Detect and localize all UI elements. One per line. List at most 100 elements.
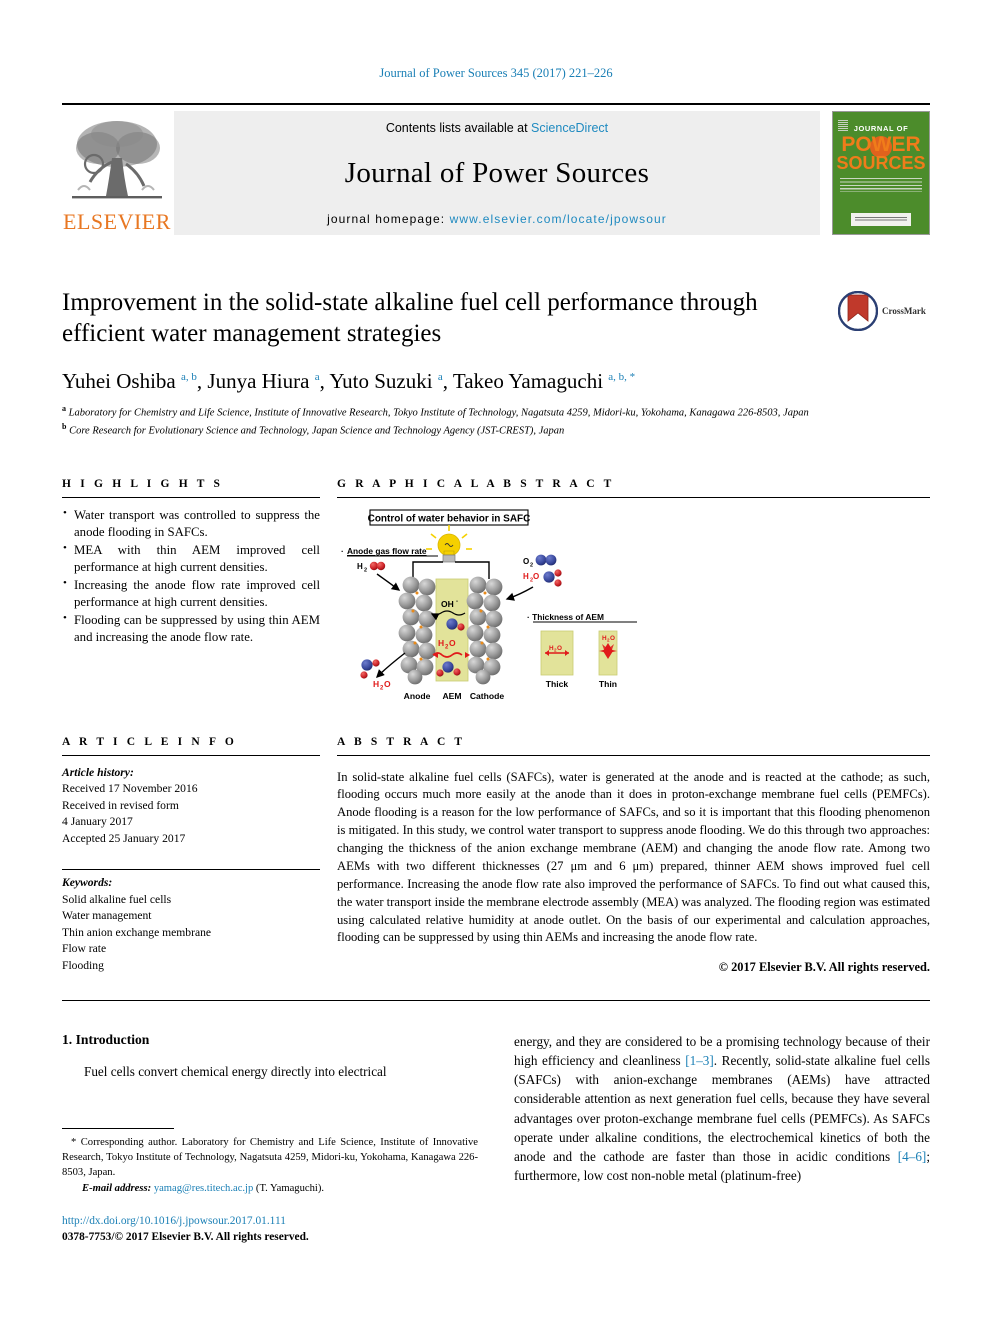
cover-subtitle-lines (840, 178, 922, 192)
svg-text:Thick: Thick (546, 679, 569, 689)
elsevier-logo: ELSEVIER (62, 111, 172, 235)
author-affil-mark: a, b, * (608, 371, 636, 383)
elsevier-tree-icon (72, 121, 162, 199)
body-column-right: energy, and they are considered to be a … (514, 1032, 930, 1185)
author-item: Yuhei Oshiba a, b, (62, 369, 207, 393)
journal-masthead: ELSEVIER Contents lists available at Sci… (62, 103, 930, 241)
svg-text:H: H (438, 638, 444, 648)
svg-text:2: 2 (364, 568, 367, 574)
affiliation-item: b Core Research for Evolutionary Science… (62, 421, 930, 439)
footnote-rule (62, 1128, 174, 1129)
citation-4-6[interactable]: [4–6] (898, 1149, 927, 1164)
cover-line1: JOURNAL OF (853, 124, 909, 133)
footnote-text: * Corresponding author. Laboratory for C… (62, 1137, 478, 1179)
highlights-divider (62, 497, 320, 498)
svg-text:O: O (449, 638, 456, 648)
author-sep: , (196, 369, 208, 393)
crossmark-badge[interactable]: CrossMark (838, 290, 930, 332)
svg-text:·: · (341, 546, 344, 556)
journal-cover-thumbnail: JOURNAL OF POWER SOURCES (832, 111, 930, 235)
body-divider (62, 1000, 930, 1001)
history-line: Received 17 November 2016 (62, 782, 198, 796)
article-info-heading: A R T I C L E I N F O (62, 736, 237, 748)
svg-text:O: O (533, 572, 539, 581)
keyword-item: Flooding (62, 958, 104, 972)
svg-text:O: O (610, 635, 615, 642)
anode-flow-rate-label: · Anode gas flow rate (341, 546, 438, 557)
keyword-item: Water management (62, 909, 152, 923)
svg-text:H: H (357, 562, 363, 571)
intro-paragraph-left: Fuel cells convert chemical energy direc… (84, 1064, 387, 1079)
svg-text:2: 2 (530, 563, 533, 569)
article-history-label: Article history: (62, 766, 134, 779)
keywords-label: Keywords: (62, 876, 113, 890)
keywords-divider (62, 869, 320, 871)
svg-text:O: O (557, 645, 562, 652)
history-line: 4 January 2017 (62, 815, 133, 829)
electrode-labels: Anode AEM Cathode (404, 691, 505, 701)
author-name: Yuto Suzuki (329, 369, 433, 393)
title-block: Improvement in the solid-state alkaline … (62, 288, 930, 439)
author-sep: , (442, 369, 453, 393)
author-list: Yuhei Oshiba a, b, Junya Hiura a, Yuto S… (62, 369, 930, 394)
affiliation-text: Laboratory for Chemistry and Life Scienc… (68, 407, 809, 419)
homepage-url-link[interactable]: www.elsevier.com/locate/jpowsour (450, 212, 667, 226)
doi-url-link[interactable]: http://dx.doi.org/10.1016/j.jpowsour.201… (62, 1214, 492, 1230)
history-line: Received in revised form (62, 798, 179, 812)
cover-top-bar (833, 115, 929, 119)
crossmark-icon (838, 291, 878, 331)
cathode-electrode-particles (466, 576, 503, 685)
list-item: Water transport was controlled to suppre… (62, 506, 320, 541)
author-item: Takeo Yamaguchi a, b, * (453, 369, 635, 393)
running-head: Journal of Power Sources 345 (2017) 221–… (379, 66, 613, 80)
keyword-item: Flow rate (62, 942, 107, 956)
email-suffix: (T. Yamaguchi). (253, 1183, 324, 1195)
anode-electrode-particles (398, 576, 436, 685)
affiliation-mark: b (62, 421, 67, 431)
doi-block: http://dx.doi.org/10.1016/j.jpowsour.201… (62, 1214, 492, 1246)
issn-copyright-line: 0378-7753/© 2017 Elsevier B.V. All right… (62, 1230, 309, 1243)
email-label: E-mail address: (82, 1183, 154, 1195)
journal-homepage-line: journal homepage: www.elsevier.com/locat… (327, 212, 667, 226)
article-page: Journal of Power Sources 345 (2017) 221–… (0, 0, 992, 1323)
contents-prefix: Contents lists available at (385, 121, 532, 135)
history-line: Accepted 25 January 2017 (62, 831, 186, 845)
section-title-introduction: 1. Introduction (62, 1032, 150, 1047)
svg-text:AEM: AEM (442, 691, 461, 701)
cathode-water-molecule: H 2 O (523, 569, 562, 587)
author-item: Junya Hiura a, (207, 369, 329, 393)
svg-text:Cathode: Cathode (470, 691, 505, 701)
keyword-item: Thin anion exchange membrane (62, 925, 212, 939)
graphical-abstract-figure: Control of water behavior in SAFC · Anod… (337, 507, 647, 704)
corresponding-author-footnote: * Corresponding author. Laboratory for C… (62, 1128, 478, 1194)
svg-text:Control of water behavior in S: Control of water behavior in SAFC (368, 514, 531, 525)
journal-title: Journal of Power Sources (344, 157, 650, 189)
safc-water-control-diagram: Control of water behavior in SAFC · Anod… (341, 509, 637, 701)
citation-1-3[interactable]: [1–3] (685, 1053, 714, 1068)
list-item: Flooding can be suppressed by using thin… (62, 611, 320, 646)
masthead-center-panel: Contents lists available at ScienceDirec… (174, 111, 820, 235)
svg-text:Thin: Thin (599, 679, 617, 689)
intro-text-part2: . Recently, solid-state alkaline fuel ce… (514, 1053, 930, 1164)
cover-footer-box (851, 213, 911, 226)
article-info-divider (62, 755, 320, 756)
graphical-abstract-divider (337, 497, 930, 498)
email-link[interactable]: yamag@res.titech.ac.jp (154, 1183, 253, 1194)
list-item: MEA with thin AEM improved cell performa… (62, 541, 320, 576)
cover-line3: SOURCES (836, 153, 926, 173)
affiliation-text: Core Research for Evolutionary Science a… (69, 425, 565, 437)
abstract-divider (337, 755, 930, 756)
oxygen-molecule: O 2 (523, 554, 557, 569)
footnote-email-line: E-mail address: yamag@res.titech.ac.jp (… (62, 1183, 478, 1194)
abstract-section: A B S T R A C T In solid-state alkaline … (337, 736, 930, 975)
crossmark-label: CrossMark (882, 306, 926, 316)
svg-text:OH: OH (441, 599, 454, 609)
highlights-section: H I G H L I G H T S Water transport was … (62, 478, 320, 704)
article-info-abstract-row: A R T I C L E I N F O Article history: R… (62, 736, 930, 975)
sciencedirect-link[interactable]: ScienceDirect (531, 121, 608, 135)
article-history-block: Article history: Received 17 November 20… (62, 765, 320, 847)
affiliation-item: a Laboratory for Chemistry and Life Scie… (62, 403, 930, 421)
svg-text:Anode: Anode (404, 691, 431, 701)
svg-text:O: O (384, 679, 391, 689)
abstract-heading: A B S T R A C T (337, 736, 466, 748)
